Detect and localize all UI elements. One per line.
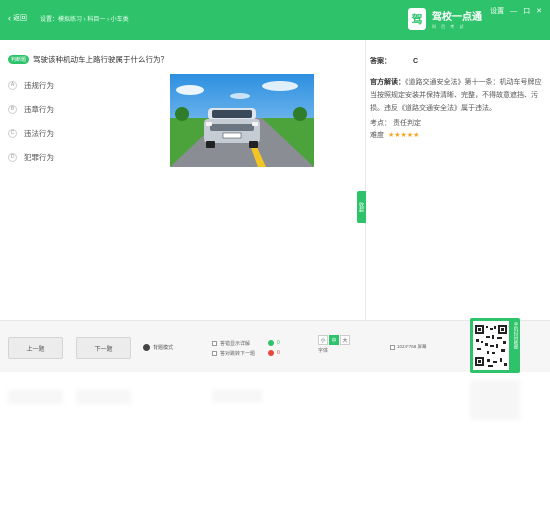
difficulty-stars-icon: ★★★★★ <box>388 132 420 139</box>
font-small-button[interactable]: 小 <box>318 335 328 345</box>
question-panel: 判断题 驾驶该种机动车上路行驶属于什么行为？ A 违规行为 B 违章行为 C 违… <box>0 40 365 320</box>
maximize-button[interactable]: 口 <box>523 6 530 16</box>
reflection <box>0 372 550 422</box>
option-label: 违规行为 <box>24 80 54 90</box>
prev-question-button[interactable]: 上一题 <box>8 337 63 359</box>
exam-point: 考点： 责任判定 <box>370 118 545 128</box>
qr-code-icon <box>473 321 509 370</box>
font-size-label: 字体 <box>318 348 329 354</box>
bottom-toolbar: 上一题 下一题 背题模式 答错显示详解 答对跳转下一题 0 0 小 中 大 字体 <box>0 320 550 372</box>
wrong-icon <box>268 350 274 356</box>
checkbox-icon <box>390 344 395 350</box>
correct-count-value: 0 <box>277 340 280 346</box>
answer-panel: 答案： C 官方解读：《道路交通安全法》第十一条：机动车号牌应当按照规定安装并保… <box>370 56 545 140</box>
wrong-count: 0 <box>268 348 280 358</box>
wrong-count-value: 0 <box>277 350 280 356</box>
options-list: A 违规行为 B 违章行为 C 违法行为 D 犯罪行为 <box>8 73 54 169</box>
checkbox-label: 答对跳转下一题 <box>220 350 256 357</box>
minimize-button[interactable]: — <box>510 8 517 15</box>
checkbox-label: 答错显示详解 <box>220 340 251 347</box>
option-c[interactable]: C 违法行为 <box>8 121 54 145</box>
option-a[interactable]: A 违规行为 <box>8 73 54 97</box>
option-letter: B <box>8 104 17 114</box>
option-letter: C <box>8 128 17 138</box>
back-button[interactable]: ‹ 返回 <box>8 13 27 23</box>
question: 判断题 驾驶该种机动车上路行驶属于什么行为？ <box>8 54 168 65</box>
brand: 驾 驾校一点通 科 目 考 试 <box>408 8 482 30</box>
panel-divider <box>365 40 366 320</box>
top-bar: ‹ 返回 设置：模拟练习 › 科目一 › 小车类 驾 驾校一点通 科 目 考 试… <box>0 0 550 40</box>
correct-count: 0 <box>268 338 280 348</box>
option-b[interactable]: B 违章行为 <box>8 97 54 121</box>
font-large-button[interactable]: 大 <box>340 335 350 345</box>
answer-row: 答案： C <box>370 56 545 66</box>
window-controls: 设置 — 口 ✕ <box>490 6 542 16</box>
option-letter: D <box>8 152 17 162</box>
option-d[interactable]: D 犯罪行为 <box>8 145 54 169</box>
option-letter: A <box>8 80 17 90</box>
screen-size-option[interactable]: 1024*768 屏幕 <box>390 344 427 350</box>
brand-subtitle: 科 目 考 试 <box>432 24 466 29</box>
breadcrumb: 设置：模拟练习 › 科目一 › 小车类 <box>40 17 129 23</box>
font-medium-button[interactable]: 中 <box>329 335 339 345</box>
qr-caption: 手机扫码刷题 <box>514 322 519 349</box>
explanation: 官方解读：《道路交通安全法》第十一条：机动车号牌应当按照规定安装并保持清晰、完整… <box>370 76 545 115</box>
question-image <box>170 74 314 167</box>
qr-promo[interactable]: 手机扫码刷题 <box>470 318 520 373</box>
collapse-tab[interactable]: 收起 <box>357 191 366 223</box>
back-label: 返回 <box>13 15 27 22</box>
option-label: 违章行为 <box>24 104 54 114</box>
explanation-label: 官方解读： <box>370 79 405 86</box>
difficulty-label: 难度 <box>370 132 384 139</box>
font-size-control: 小 中 大 字体 <box>318 335 350 354</box>
score-stats: 0 0 <box>268 338 280 358</box>
screen-size-label: 1024*768 屏幕 <box>397 344 427 349</box>
chevron-left-icon: ‹ <box>8 12 11 23</box>
checkbox-icon <box>212 350 217 356</box>
option-label: 违法行为 <box>24 128 54 138</box>
mode-icon <box>143 344 150 351</box>
settings-button[interactable]: 设置 <box>490 6 504 16</box>
study-mode-toggle[interactable]: 背题模式 <box>143 344 173 351</box>
option-label: 犯罪行为 <box>24 152 54 162</box>
brand-name: 驾校一点通 <box>432 12 482 23</box>
exam-point-value: 责任判定 <box>392 120 421 127</box>
question-text: 驾驶该种机动车上路行驶属于什么行为？ <box>33 55 169 64</box>
difficulty: 难度 ★★★★★ <box>370 130 545 140</box>
next-question-button[interactable]: 下一题 <box>76 337 131 359</box>
show-explain-checkbox[interactable]: 答错显示详解 <box>212 338 255 348</box>
correct-icon <box>268 340 274 346</box>
answer-label: 答案： <box>370 58 391 65</box>
answer-value: C <box>413 57 419 65</box>
exam-point-label: 考点： <box>370 120 391 127</box>
answer-settings: 答错显示详解 答对跳转下一题 <box>212 338 255 358</box>
brand-logo-icon: 驾 <box>408 8 426 30</box>
study-mode-label: 背题模式 <box>153 345 174 351</box>
close-button[interactable]: ✕ <box>536 7 542 15</box>
question-type-badge: 判断题 <box>8 55 30 64</box>
auto-next-checkbox[interactable]: 答对跳转下一题 <box>212 348 255 358</box>
checkbox-icon <box>212 340 217 346</box>
